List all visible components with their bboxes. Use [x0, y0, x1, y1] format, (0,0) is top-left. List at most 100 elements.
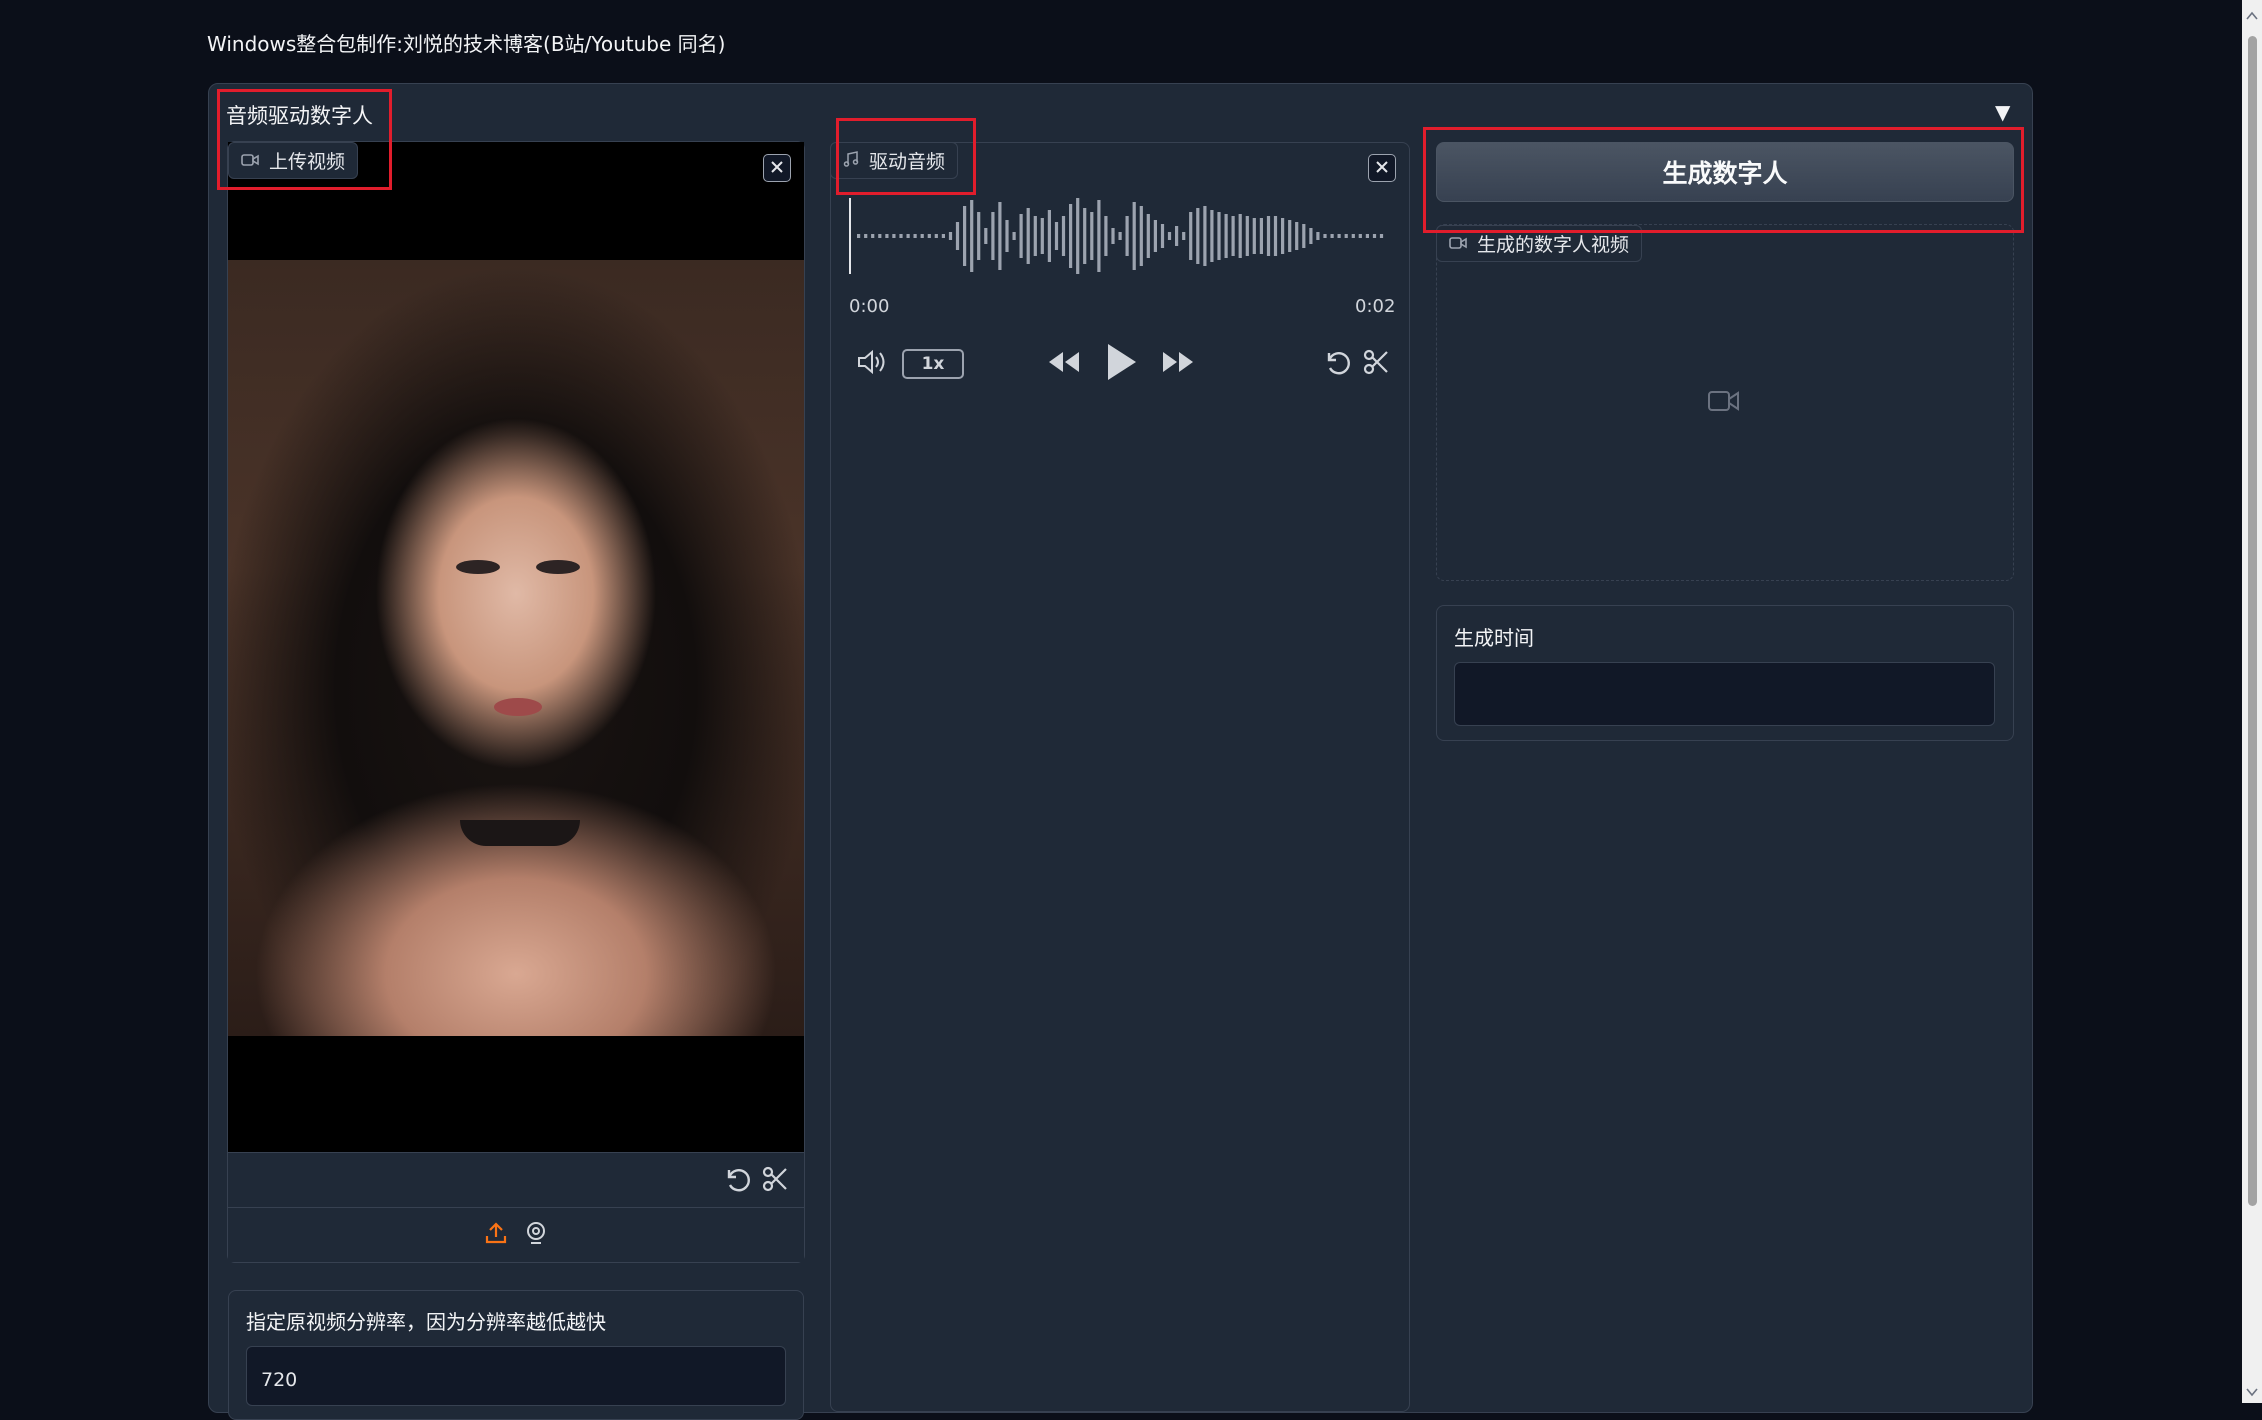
audio-waveform[interactable] [845, 192, 1393, 280]
highlight-audio-label [836, 118, 976, 195]
waveform-bar [1330, 234, 1334, 238]
waveform-bar [899, 234, 903, 238]
waveform-bar [991, 212, 995, 260]
waveform-bar [984, 228, 988, 244]
video-source-selector [228, 1207, 804, 1262]
waveform-bar [1026, 208, 1030, 264]
output-video-area [1436, 224, 2014, 581]
waveform-bar [1238, 214, 1242, 258]
webcam-source-button[interactable] [521, 1220, 551, 1250]
waveform-bar [970, 200, 974, 272]
waveform-bar [1033, 216, 1037, 256]
scrollbar-thumb[interactable] [2248, 36, 2257, 1206]
waveform-bar [1344, 234, 1348, 238]
waveform-bar [1175, 226, 1179, 246]
video-clear-button[interactable] [763, 154, 791, 182]
waveform-bar [948, 232, 953, 240]
waveform-bar [920, 234, 924, 238]
waveform-bar [1295, 222, 1299, 250]
audio-upload-block [830, 142, 1410, 1412]
waveform-bar [1125, 216, 1129, 256]
waveform-bar [913, 234, 917, 238]
fast-forward-icon [1161, 350, 1197, 378]
waveform-bar [1076, 198, 1080, 274]
resolution-input[interactable]: 720 [246, 1346, 786, 1406]
waveform-bar [1379, 234, 1384, 238]
video-preview[interactable] [228, 142, 804, 1152]
waveform-bar [1266, 216, 1271, 256]
portrait-left-eye [456, 560, 500, 574]
waveform-bar [1358, 234, 1362, 238]
undo-icon [721, 1164, 751, 1198]
audio-current-time: 0:00 [849, 296, 890, 317]
waveform-bar [1337, 234, 1341, 238]
waveform-bar [1196, 208, 1200, 264]
play-button[interactable] [1100, 342, 1142, 386]
highlight-generate-button [1423, 127, 2024, 233]
waveform-bar [955, 222, 960, 250]
video-icon [1449, 233, 1467, 255]
waveform-bar [1224, 214, 1228, 258]
undo-icon [1321, 347, 1351, 381]
audio-duration: 0:02 [1355, 296, 1396, 317]
output-video-label: 生成的数字人视频 [1477, 234, 1630, 256]
waveform-bar [1252, 218, 1256, 254]
waveform-bar [1153, 220, 1157, 252]
portrait-lips [494, 698, 542, 716]
video-frame-portrait [228, 260, 804, 1036]
generation-time-output[interactable] [1454, 662, 1995, 726]
video-undo-button[interactable] [720, 1165, 752, 1197]
play-icon [1104, 342, 1138, 386]
highlight-panel-title [217, 89, 392, 190]
playhead-cursor [849, 198, 851, 274]
audio-undo-button[interactable] [1320, 348, 1352, 380]
waveform-bar [1061, 216, 1066, 256]
video-trim-button[interactable] [759, 1165, 791, 1197]
waveform-bar [1167, 232, 1172, 240]
waveform-bar [1302, 224, 1306, 248]
waveform-bar [1160, 224, 1165, 248]
close-icon [770, 159, 784, 178]
skip-forward-button[interactable] [1160, 348, 1198, 380]
app-title: Windows整合包制作:刘悦的技术博客(B站/Youtube 同名) [207, 32, 726, 56]
video-edit-toolbar [228, 1152, 804, 1207]
playback-speed-button[interactable]: 1x [902, 349, 964, 379]
waveform-bar [1090, 212, 1094, 260]
waveform-bar [1231, 216, 1235, 256]
waveform-bar [977, 212, 981, 260]
waveform-bar [1104, 216, 1108, 256]
audio-trim-button[interactable] [1360, 348, 1392, 380]
waveform-bar [934, 234, 938, 238]
skip-backward-button[interactable] [1044, 348, 1082, 380]
scissors-icon [1362, 348, 1390, 380]
waveform-bar [1203, 206, 1207, 266]
upload-icon [484, 1221, 508, 1249]
generation-time-label: 生成时间 [1454, 626, 1534, 650]
empty-video-icon [1707, 388, 1741, 418]
waveform-bar [1372, 234, 1377, 238]
waveform-bar [1132, 202, 1136, 270]
volume-button[interactable] [854, 347, 890, 381]
scroll-down-arrow-icon[interactable] [2246, 1382, 2258, 1397]
waveform-bar [1351, 234, 1355, 238]
scroll-up-arrow-icon[interactable] [2246, 6, 2258, 20]
waveform-bar [1210, 210, 1214, 262]
waveform-bar [1097, 200, 1101, 272]
waveform-bar [1139, 206, 1143, 266]
waveform-bar [1012, 232, 1016, 240]
portrait-choker [460, 820, 580, 846]
audio-clear-button[interactable] [1368, 154, 1396, 182]
waveform-bar [1189, 212, 1193, 260]
waveform-bar [1005, 220, 1009, 252]
waveform-bar [1019, 214, 1023, 258]
waveform-bar [1288, 220, 1292, 252]
waveform-bar [1146, 214, 1150, 258]
waveform-bar [1245, 216, 1249, 256]
collapse-toggle-icon[interactable]: ▼ [1995, 100, 2010, 124]
waveform-bar [1047, 210, 1051, 262]
waveform-bar [1281, 218, 1285, 254]
portrait-right-eye [536, 560, 580, 574]
upload-source-button[interactable] [481, 1220, 511, 1250]
volume-icon [856, 348, 888, 380]
waveform-bar [1323, 234, 1327, 238]
